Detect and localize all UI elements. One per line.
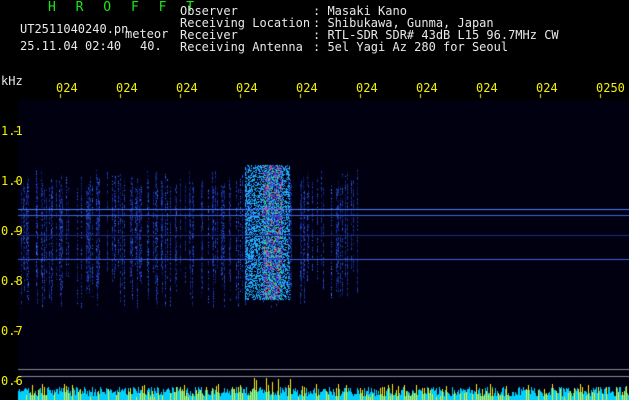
datetime-label: 25.11.04 02:40 — [20, 39, 122, 53]
spectrogram-canvas — [0, 0, 629, 400]
time-tick-label: 0250 — [596, 81, 625, 95]
time-tick-label: 024 — [416, 81, 438, 95]
freq-tick-label: 1.0 — [1, 174, 23, 188]
freq-tick-label: 0.8 — [1, 274, 23, 288]
time-tick-label: 024 — [356, 81, 378, 95]
time-tick-label: 024 — [236, 81, 258, 95]
time-tick-label: 024 — [296, 81, 318, 95]
freq-tick-label: 0.7 — [1, 324, 23, 338]
info-value-antenna: : 5el Yagi Az 280 for Seoul — [313, 40, 509, 54]
brand-title: H R O F F T — [48, 0, 201, 15]
freq-unit-label: kHz — [1, 74, 23, 88]
time-tick-label: 024 — [536, 81, 558, 95]
time-tick-label: 024 — [56, 81, 78, 95]
freq-tick-label: 1.1 — [1, 124, 23, 138]
filename-label: UT2511040240.pn — [20, 22, 129, 36]
time-tick-label: 024 — [116, 81, 138, 95]
time-tick-label: 024 — [176, 81, 198, 95]
freq-tick-label: 0.6 — [1, 374, 23, 388]
info-label-antenna: Receiving Antenna — [180, 40, 303, 54]
count-label: 40. — [140, 39, 162, 53]
time-tick-label: 024 — [476, 81, 498, 95]
freq-tick-label: 0.9 — [1, 224, 23, 238]
